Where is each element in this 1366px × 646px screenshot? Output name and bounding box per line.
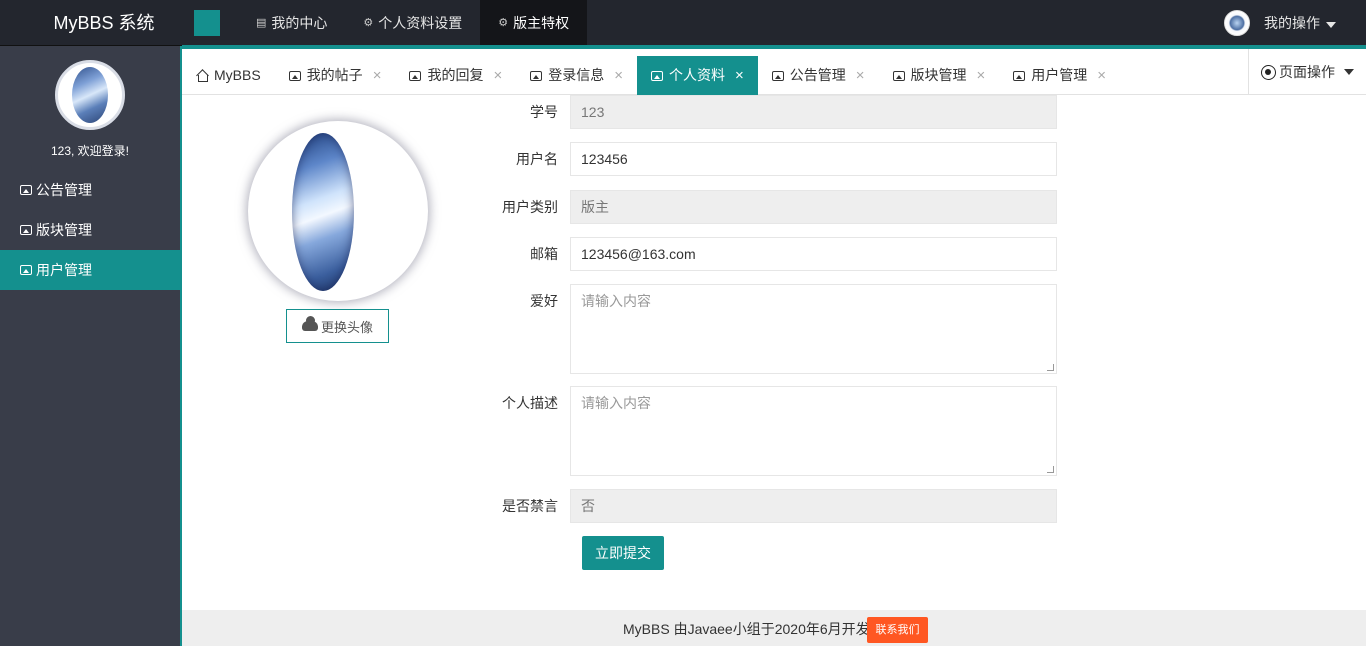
nav-item-moderator[interactable]: ⚙ 版主特权: [480, 0, 588, 46]
user-menu[interactable]: 我的操作: [1224, 0, 1336, 46]
user-menu-label: 我的操作: [1264, 13, 1336, 33]
image-icon: [409, 70, 422, 81]
close-icon[interactable]: ×: [373, 56, 382, 95]
username-label: 用户名: [516, 151, 558, 167]
footer-text: MyBBS 由Javaee小组于2020年6月开发: [623, 621, 870, 637]
home-icon: [196, 70, 208, 82]
description-textarea[interactable]: 请输入内容: [570, 386, 1057, 476]
nav-item-profile-settings[interactable]: ⚙ 个人资料设置: [345, 0, 480, 46]
document-icon: ▤: [256, 17, 267, 29]
sidebar-item-announcements[interactable]: 公告管理: [0, 170, 180, 210]
email-field[interactable]: 123456@163.com: [570, 237, 1057, 271]
nav-item-label: 个人资料设置: [378, 15, 463, 31]
app-logo[interactable]: MyBBS 系统: [0, 0, 208, 46]
form-row-hobby: 爱好 请输入内容: [490, 284, 1057, 374]
footer: MyBBS 由Javaee小组于2020年6月开发 联系我们: [182, 610, 1366, 646]
sidebar-item-label: 用户管理: [36, 262, 92, 278]
tab-my-posts[interactable]: 我的帖子 ×: [275, 56, 396, 95]
tab-label: 我的回复: [427, 67, 484, 83]
image-icon: [1013, 70, 1026, 81]
caret-down-icon: [1344, 69, 1354, 75]
tab-login-info[interactable]: 登录信息 ×: [516, 56, 637, 95]
image-icon: [650, 70, 663, 81]
nav-item-label: 我的中心: [271, 15, 328, 31]
image-icon: [530, 70, 543, 81]
sidebar-item-users[interactable]: 用户管理: [0, 250, 180, 290]
email-label: 邮箱: [530, 246, 558, 262]
tab-my-replies[interactable]: 我的回复 ×: [395, 56, 516, 95]
change-avatar-button[interactable]: 更换头像: [286, 309, 389, 343]
username-field[interactable]: 123456: [570, 142, 1057, 176]
tab-label: 我的帖子: [306, 67, 363, 83]
nav-item-label: 版主特权: [513, 15, 570, 31]
image-icon: [20, 185, 32, 195]
sidebar-avatar: [55, 60, 125, 130]
tab-label: 公告管理: [789, 67, 846, 83]
welcome-text: 123, 欢迎登录!: [50, 144, 130, 158]
top-header: MyBBS 系统 ▤ 我的中心 ⚙ 个人资料设置 ⚙ 版主特权 我的操作: [0, 0, 1366, 46]
target-icon: [1261, 64, 1276, 80]
user-type-label: 用户类别: [502, 199, 558, 215]
image-icon: [20, 225, 32, 235]
tab-home[interactable]: MyBBS: [182, 56, 275, 95]
profile-avatar: [248, 121, 428, 301]
image-icon: [288, 70, 301, 81]
form-row-student-id: 学号 123: [490, 95, 1057, 129]
contact-us-button[interactable]: 联系我们: [867, 617, 928, 643]
image-icon: [892, 70, 905, 81]
change-avatar-label: 更换头像: [320, 319, 373, 335]
tab-label: MyBBS: [214, 67, 261, 83]
form-row-username: 用户名 123456: [490, 142, 1057, 176]
form-row-description: 个人描述 请输入内容: [490, 386, 1057, 476]
sidebar-item-label: 公告管理: [36, 182, 92, 198]
form-row-email: 邮箱 123456@163.com: [490, 237, 1057, 271]
cloud-upload-icon: [301, 316, 318, 331]
description-label: 个人描述: [502, 395, 558, 411]
close-icon[interactable]: ×: [614, 56, 623, 95]
form-row-banned: 是否禁言 否: [490, 489, 1057, 523]
gear-icon: ⚙: [498, 17, 509, 29]
tab-label: 用户管理: [1031, 67, 1088, 83]
banned-label: 是否禁言: [502, 498, 558, 514]
form-row-user-type: 用户类别 版主: [490, 190, 1057, 224]
submit-button[interactable]: 立即提交: [582, 536, 664, 570]
tabs: MyBBS 我的帖子 × 我的回复 × 登录信息 × 个人资料 × 公告管理 ×: [182, 56, 1120, 95]
sidebar-toggle-button[interactable]: [194, 10, 220, 36]
banned-field: 否: [570, 489, 1057, 523]
tab-label: 版块管理: [910, 67, 967, 83]
tab-profile[interactable]: 个人资料 ×: [636, 56, 758, 95]
avatar[interactable]: [1224, 10, 1250, 36]
nav-item-my-center[interactable]: ▤ 我的中心: [238, 0, 345, 46]
student-id-label: 学号: [530, 104, 558, 120]
sidebar-item-label: 版块管理: [36, 222, 92, 238]
user-type-field: 版主: [570, 190, 1057, 224]
gear-icon: ⚙: [363, 17, 374, 29]
sidebar-menu: 公告管理 版块管理 用户管理: [0, 170, 180, 290]
close-icon[interactable]: ×: [856, 56, 865, 95]
tab-sections[interactable]: 版块管理 ×: [879, 56, 1000, 95]
close-icon[interactable]: ×: [735, 56, 744, 95]
sidebar-item-sections[interactable]: 版块管理: [0, 210, 180, 250]
close-icon[interactable]: ×: [977, 56, 986, 95]
page-operations-menu[interactable]: 页面操作: [1248, 49, 1366, 95]
top-nav: ▤ 我的中心 ⚙ 个人资料设置 ⚙ 版主特权: [238, 0, 588, 46]
tab-label: 个人资料: [668, 67, 725, 83]
tab-announcements[interactable]: 公告管理 ×: [758, 56, 879, 95]
page-operations-label: 页面操作: [1279, 64, 1335, 80]
caret-down-icon: [1326, 22, 1336, 28]
image-icon: [20, 265, 32, 275]
close-icon[interactable]: ×: [1097, 56, 1106, 95]
tab-bar: MyBBS 我的帖子 × 我的回复 × 登录信息 × 个人资料 × 公告管理 ×: [182, 49, 1366, 95]
student-id-field: 123: [570, 95, 1057, 129]
tab-label: 登录信息: [548, 67, 605, 83]
sidebar: 123, 欢迎登录! 公告管理 版块管理 用户管理: [0, 46, 182, 646]
hobby-textarea[interactable]: 请输入内容: [570, 284, 1057, 374]
tab-users[interactable]: 用户管理 ×: [999, 56, 1120, 95]
hobby-label: 爱好: [530, 293, 558, 309]
image-icon: [771, 70, 784, 81]
close-icon[interactable]: ×: [493, 56, 502, 95]
